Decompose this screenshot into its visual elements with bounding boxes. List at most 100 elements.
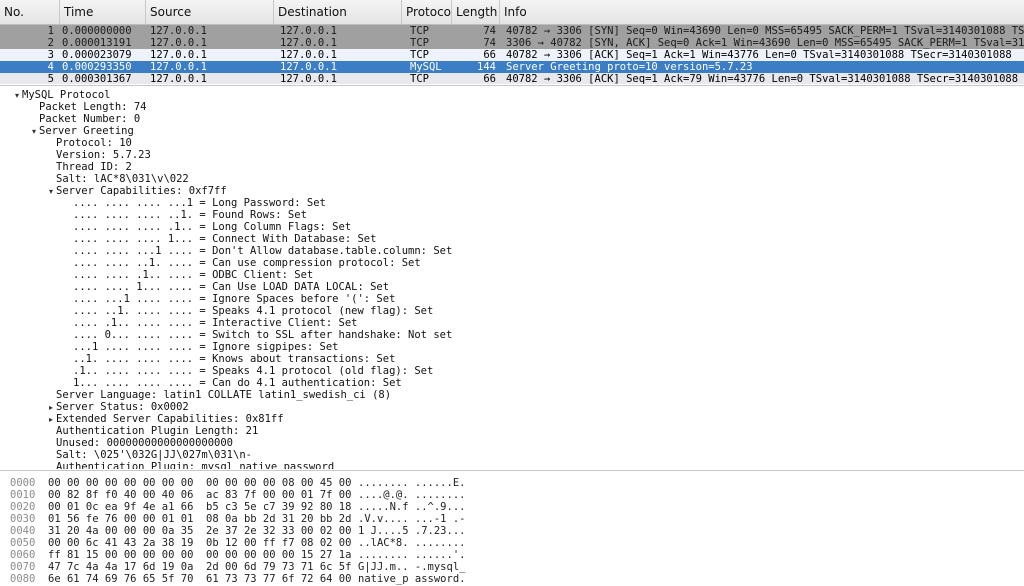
hex-ascii: ........ ......'. (358, 549, 466, 561)
tree-item[interactable]: .... .... ...1 .... = Don't Allow databa… (63, 245, 452, 257)
tree-item-label: .... .... 1... .... = Can Use LOAD DATA … (73, 281, 390, 293)
tree-item[interactable]: .... ..1. .... .... = Speaks 4.1 protoco… (63, 305, 433, 317)
tree-item[interactable]: Authentication Plugin Length: 21 (46, 425, 258, 437)
expand-down-icon[interactable]: ▾ (29, 126, 39, 138)
column-header-source[interactable]: Source (146, 0, 274, 24)
tree-item-label: Server Capabilities: 0xf7ff (56, 185, 227, 197)
expand-down-icon[interactable]: ▾ (12, 90, 22, 102)
tree-item[interactable]: .1.. .... .... .... = Speaks 4.1 protoco… (63, 365, 433, 377)
tree-item[interactable]: Unused: 00000000000000000000 (46, 437, 233, 449)
expand-down-icon[interactable]: ▾ (46, 186, 56, 198)
packet-row[interactable]: 1 0.000000000 127.0.0.1 127.0.0.1 TCP 74 40782… (0, 25, 1024, 37)
tree-item[interactable]: .... 0... .... .... = Switch to SSL afte… (63, 329, 452, 341)
packet-cell-info: 40782 → 3306 [ACK] Seq=1 Ack=1 Win=43776… (506, 49, 1012, 61)
packet-cell-source: 127.0.0.1 (150, 73, 207, 84)
packet-cell-destination: 127.0.0.1 (280, 49, 337, 61)
tree-item[interactable]: Packet Number: 0 (29, 113, 140, 125)
tree-item-label: 1... .... .... .... = Can do 4.1 authent… (73, 377, 402, 389)
tree-item[interactable]: .... ...1 .... .... = Ignore Spaces befo… (63, 293, 395, 305)
hex-offset: 0050 (10, 537, 36, 549)
tree-item-label: Server Status: 0x0002 (56, 401, 189, 413)
hex-ascii: native_p assword. (358, 573, 466, 585)
tree-item[interactable]: Protocol: 10 (46, 137, 132, 149)
packet-cell-time: 0.000023079 (62, 49, 132, 61)
tree-item-label: Server Language: latin1 COLLATE latin1_s… (56, 389, 392, 401)
tree-item-label: Server Greeting (39, 125, 134, 137)
hex-offset: 0070 (10, 561, 36, 573)
packet-row[interactable]: 2 0.000013191 127.0.0.1 127.0.0.1 TCP 74 3306 … (0, 37, 1024, 49)
hex-row[interactable]: 0060 ff 81 15 00 00 00 00 00 00 00 00 00 … (0, 549, 1024, 561)
tree-item[interactable]: ▸ Server Status: 0x0002 (46, 401, 189, 413)
hex-offset: 0040 (10, 525, 36, 537)
tree-item[interactable]: Thread ID: 2 (46, 161, 132, 173)
packet-cell-length: 144 (477, 61, 496, 73)
hex-bytes: 47 7c 4a 4a 17 6d 19 0a 2d 00 6d 79 73 7… (48, 561, 352, 573)
tree-item[interactable]: ..1. .... .... .... = Knows about transa… (63, 353, 395, 365)
packet-list-pane[interactable]: No. Time Source Destination Protoco Leng… (0, 0, 1024, 84)
column-header-time[interactable]: Time (60, 0, 146, 24)
hex-ascii: 1 J....5 .7.23... (358, 525, 466, 537)
tree-item[interactable]: Salt: \025'\032G|JJ\027m\031\n- (46, 449, 252, 461)
packet-cell-protocol: TCP (410, 37, 429, 49)
packet-cell-info: 3306 → 40782 [SYN, ACK] Seq=0 Ack=1 Win=… (506, 37, 1024, 49)
tree-item[interactable]: Authentication Plugin: mysql_native_pass… (46, 461, 334, 469)
tree-item[interactable]: .... .... .... ...1 = Long Password: Set (63, 197, 326, 209)
packet-cell-time: 0.000301367 (62, 73, 132, 84)
column-header-destination[interactable]: Destination (274, 0, 402, 24)
packet-bytes-pane[interactable]: 0000 00 00 00 00 00 00 00 00 00 00 00 00 … (0, 470, 1024, 586)
packet-cell-no: 5 (47, 73, 54, 84)
packet-row[interactable]: 5 0.000301367 127.0.0.1 127.0.0.1 TCP 66 40782… (0, 73, 1024, 84)
tree-item[interactable]: 1... .... .... .... = Can do 4.1 authent… (63, 377, 402, 389)
tree-item[interactable]: Server Language: latin1 COLLATE latin1_s… (46, 389, 391, 401)
hex-bytes: ff 81 15 00 00 00 00 00 00 00 00 00 00 1… (48, 549, 352, 561)
hex-row[interactable]: 0030 01 56 fe 76 00 00 01 01 08 0a bb 2d … (0, 513, 1024, 525)
tree-item[interactable]: .... .... ..1. .... = Can use compressio… (63, 257, 421, 269)
tree-item[interactable]: ▾ MySQL Protocol (12, 89, 111, 101)
tree-item-label: Salt: \025'\032G|JJ\027m\031\n- (56, 449, 252, 461)
hex-row[interactable]: 0000 00 00 00 00 00 00 00 00 00 00 00 00 … (0, 477, 1024, 489)
tree-item[interactable]: ▸ Extended Server Capabilities: 0x81ff (46, 413, 284, 425)
tree-item[interactable]: .... .... .... 1... = Connect With Datab… (63, 233, 376, 245)
hex-row[interactable]: 0080 6e 61 74 69 76 65 5f 70 61 73 73 77 … (0, 573, 1024, 585)
tree-item[interactable]: ...1 .... .... .... = Ignore sigpipes: S… (63, 341, 339, 353)
tree-item[interactable]: .... .... .... .1.. = Long Column Flags:… (63, 221, 351, 233)
hex-row[interactable]: 0040 31 20 4a 00 00 00 0a 35 2e 37 2e 32 … (0, 525, 1024, 537)
packet-cell-destination: 127.0.0.1 (280, 73, 337, 84)
tree-item[interactable]: Salt: lAC*8\031\v\022 (46, 173, 189, 185)
tree-item[interactable]: ▾ Server Greeting (29, 125, 134, 137)
packet-row[interactable]: 4 0.000293350 127.0.0.1 127.0.0.1 MySQL 144 Se… (0, 61, 1024, 73)
packet-cell-source: 127.0.0.1 (150, 49, 207, 61)
column-header-protocol[interactable]: Protoco (402, 0, 452, 24)
packet-cell-protocol: MySQL (410, 61, 442, 73)
tree-item-label: .... .... .... ..1. = Found Rows: Set (73, 209, 307, 221)
column-header-no[interactable]: No. (0, 0, 60, 24)
packet-cell-length: 74 (483, 37, 496, 49)
hex-ascii: .....N.f ..^.9... (358, 501, 466, 513)
tree-item[interactable]: .... .1.. .... .... = Interactive Client… (63, 317, 357, 329)
column-header-info[interactable]: Info (500, 0, 1024, 24)
hex-row[interactable]: 0070 47 7c 4a 4a 17 6d 19 0a 2d 00 6d 79 … (0, 561, 1024, 573)
hex-offset: 0030 (10, 513, 36, 525)
packet-details-pane[interactable]: ▾ MySQL Protocol Packet Length: 74 Packet N… (0, 85, 1024, 469)
tree-item[interactable]: Packet Length: 74 (29, 101, 146, 113)
hex-ascii: ....@.@. ........ (358, 489, 466, 501)
column-header-length[interactable]: Length (452, 0, 500, 24)
tree-item[interactable]: ▾ Server Capabilities: 0xf7ff (46, 185, 227, 197)
hex-row[interactable]: 0010 00 82 8f f0 40 00 40 06 ac 83 7f 00 … (0, 489, 1024, 501)
hex-bytes: 00 01 0c ea 9f 4e a1 66 b5 c3 5e c7 39 9… (48, 501, 352, 513)
packet-cell-protocol: TCP (410, 49, 429, 61)
tree-item[interactable]: .... .... .... ..1. = Found Rows: Set (63, 209, 307, 221)
hex-bytes: 00 00 6c 41 43 2a 38 19 0b 12 00 ff f7 0… (48, 537, 352, 549)
tree-item[interactable]: .... .... 1... .... = Can Use LOAD DATA … (63, 281, 389, 293)
packet-cell-no: 4 (47, 61, 54, 73)
tree-item[interactable]: .... .... .1.. .... = ODBC Client: Set (63, 269, 313, 281)
packet-row[interactable]: 3 0.000023079 127.0.0.1 127.0.0.1 TCP 66 40782… (0, 49, 1024, 61)
tree-item-label: .... ..1. .... .... = Speaks 4.1 protoco… (73, 305, 434, 317)
tree-item[interactable]: Version: 5.7.23 (46, 149, 151, 161)
packet-cell-protocol: TCP (410, 73, 429, 84)
hex-row[interactable]: 0020 00 01 0c ea 9f 4e a1 66 b5 c3 5e c7 … (0, 501, 1024, 513)
packet-cell-destination: 127.0.0.1 (280, 61, 337, 73)
tree-item-label: Packet Number: 0 (39, 113, 141, 125)
hex-row[interactable]: 0050 00 00 6c 41 43 2a 38 19 0b 12 00 ff … (0, 537, 1024, 549)
tree-item-label: Salt: lAC*8\031\v\022 (56, 173, 189, 185)
